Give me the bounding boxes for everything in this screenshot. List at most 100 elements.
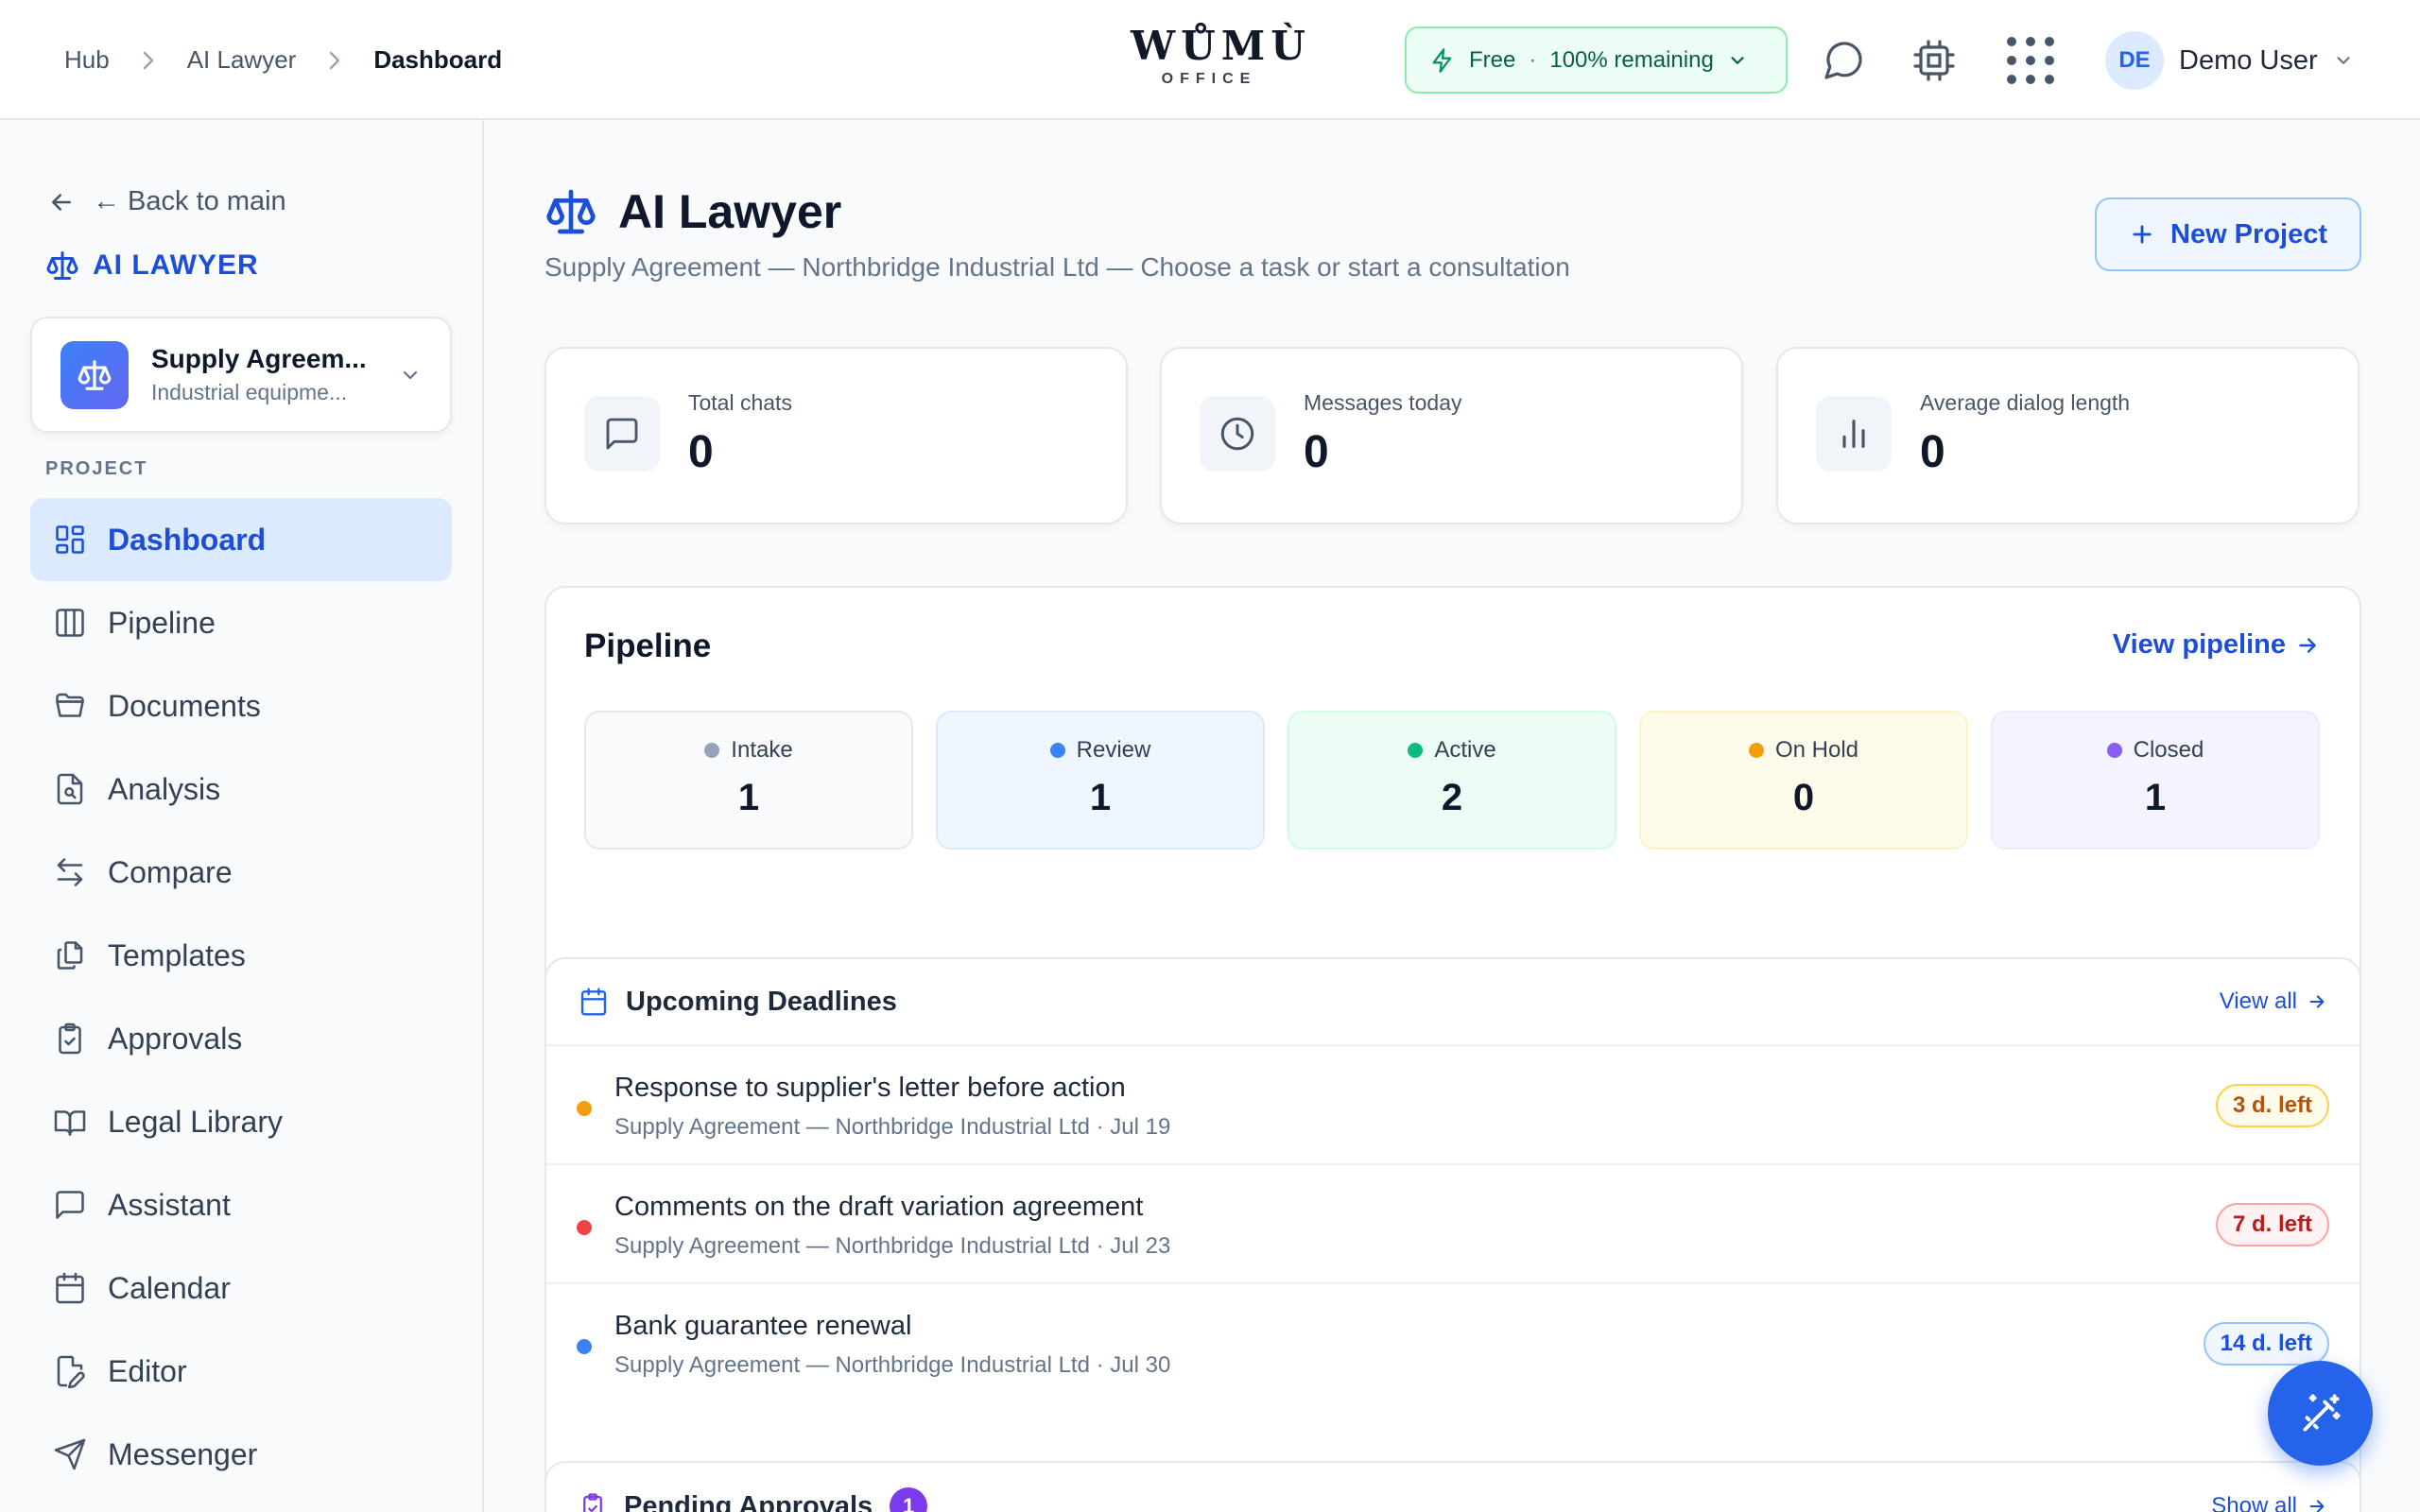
deadline-title: Comments on the draft variation agreemen… (614, 1192, 1144, 1222)
folder-icon (53, 689, 87, 723)
book-icon (53, 1105, 87, 1139)
days-left-badge: 7 d. left (2215, 1203, 2329, 1246)
sidebar-item-approvals[interactable]: Approvals (30, 997, 452, 1080)
sidebar-item-analysis[interactable]: Analysis (30, 747, 452, 831)
scale-icon (60, 340, 129, 409)
user-menu[interactable]: DE Demo User (2105, 28, 2354, 93)
stat-label: Total chats (688, 390, 792, 415)
days-left-badge: 14 d. left (2203, 1322, 2329, 1366)
view-pipeline-link[interactable]: View pipeline (2113, 629, 2320, 661)
arrow-right-icon (2307, 1496, 2327, 1512)
lightning-icon (1429, 47, 1456, 74)
sidebar-item-messenger[interactable]: Messenger (30, 1413, 452, 1496)
stage-header: Closed (1993, 737, 2318, 764)
sidebar-item-documents[interactable]: Documents (30, 664, 452, 747)
plan-usage-button[interactable]: Free · 100% remaining (1405, 26, 1788, 94)
send-icon (53, 1437, 87, 1471)
stat-label: Messages today (1304, 390, 1462, 415)
stage-header: Active (1289, 737, 1615, 764)
messages-icon[interactable] (1821, 38, 1866, 83)
stage-header: On Hold (1641, 737, 1966, 764)
pipeline-card: Pipeline View pipeline Intake 1 Review 1 Act… (544, 586, 2361, 1014)
app-logo[interactable]: WŮMÙ OFFICE (1131, 23, 1305, 88)
calendar-icon (53, 1271, 87, 1305)
pipeline-title: Pipeline (584, 627, 712, 664)
columns-icon (53, 606, 87, 640)
stat-value: 0 (1304, 427, 1329, 477)
stat-value: 0 (1920, 427, 1945, 477)
clipboard-check-icon (579, 1492, 607, 1512)
sidebar-item-label: Assistant (108, 1187, 231, 1222)
project-subtitle: Industrial equipme... (151, 380, 348, 404)
stat-card-total-chats: Total chats 0 (544, 347, 1128, 524)
new-project-button[interactable]: New Project (2095, 198, 2361, 271)
deadline-row[interactable]: Response to supplier's letter before act… (546, 1046, 2360, 1165)
chevron-down-icon (399, 364, 422, 387)
pipeline-stage-review[interactable]: Review 1 (936, 711, 1265, 850)
stage-count: 1 (737, 777, 760, 818)
sidebar-item-assistant[interactable]: Assistant (30, 1163, 452, 1246)
sidebar-item-label: Dashboard (108, 522, 267, 557)
file-search-icon (53, 772, 87, 806)
deadline-meta: Supply Agreement — Northbridge Industria… (614, 1114, 1171, 1140)
stage-header: Intake (586, 737, 911, 764)
sidebar-item-editor[interactable]: Editor (30, 1330, 452, 1413)
arrows-swap-icon (53, 855, 87, 889)
view-all-deadlines-link[interactable]: View all (2220, 988, 2327, 1015)
approvals-title: Pending Approvals (624, 1490, 873, 1512)
sidebar-item-dashboard[interactable]: Dashboard (30, 498, 452, 581)
stage-header: Review (938, 737, 1263, 764)
breadcrumb-ai-lawyer[interactable]: AI Lawyer (187, 45, 297, 75)
stage-label: Active (1434, 737, 1496, 763)
stage-count: 1 (2144, 777, 2167, 818)
magic-wand-fab[interactable] (2268, 1361, 2373, 1466)
deadline-row[interactable]: Comments on the draft variation agreemen… (546, 1165, 2360, 1284)
view-all-label: View all (2219, 988, 2297, 1014)
approvals-count-badge: 1 (890, 1487, 928, 1512)
stage-label: Review (1076, 737, 1151, 763)
main-content: AI Lawyer Supply Agreement — Northbridge… (486, 120, 2420, 1512)
sidebar-item-label: Documents (108, 688, 261, 723)
stage-dot (1748, 743, 1764, 758)
cpu-icon[interactable] (1911, 38, 1957, 83)
sidebar-item-calendar[interactable]: Calendar (30, 1246, 452, 1330)
sidebar-item-templates[interactable]: Templates (30, 914, 452, 997)
deadline-meta: Supply Agreement — Northbridge Industria… (614, 1233, 1171, 1259)
show-all-approvals-link[interactable]: Show all (2211, 1493, 2327, 1512)
pipeline-stage-intake[interactable]: Intake 1 (584, 711, 913, 850)
approvals-header: Pending Approvals 1 Show all (546, 1463, 2360, 1512)
pipeline-stage-closed[interactable]: Closed 1 (1991, 711, 2320, 850)
pipeline-stage-on-hold[interactable]: On Hold 0 (1639, 711, 1968, 850)
page-subtitle: Supply Agreement — Northbridge Industria… (544, 252, 1570, 282)
page-title-text: AI Lawyer (618, 185, 842, 238)
deadlines-header: Upcoming Deadlines View all (546, 959, 2360, 1046)
sidebar-item-compare[interactable]: Compare (30, 831, 452, 914)
sidebar-item-legal-library[interactable]: Legal Library (30, 1080, 452, 1163)
pending-approvals-card: Pending Approvals 1 Show all (544, 1461, 2361, 1512)
stage-label: On Hold (1774, 737, 1859, 763)
magic-wand-icon (2297, 1390, 2344, 1437)
stat-label: Average dialog length (1920, 390, 2131, 415)
sidebar-item-pipeline[interactable]: Pipeline (30, 581, 452, 664)
project-title: Supply Agreem... (151, 344, 367, 373)
chat-icon (53, 1188, 87, 1222)
project-selector[interactable]: Supply Agreem... Industrial equipme... (30, 317, 452, 433)
calendar-icon (579, 987, 609, 1017)
breadcrumb-hub[interactable]: Hub (64, 45, 110, 75)
arrow-right-icon (2295, 633, 2320, 658)
apps-grid-icon[interactable] (2006, 36, 2055, 85)
deadline-meta: Supply Agreement — Northbridge Industria… (614, 1352, 1171, 1378)
pipeline-stage-active[interactable]: Active 2 (1288, 711, 1616, 850)
separator-dot: · (1529, 46, 1537, 73)
back-to-main-link[interactable]: ← Back to main (47, 186, 286, 217)
days-left-badge: 3 d. left (2215, 1084, 2329, 1127)
back-label: ← Back to main (93, 186, 286, 216)
user-name: Demo User (2179, 44, 2318, 76)
chevron-right-icon (142, 50, 155, 71)
copy-icon (53, 938, 87, 972)
dashboard-icon (53, 523, 87, 557)
stat-card-messages-today: Messages today 0 (1160, 347, 1743, 524)
section-brand: AI LAWYER (45, 249, 259, 283)
deadline-row[interactable]: Bank guarantee renewal Supply Agreement … (546, 1284, 2360, 1403)
stage-label: Closed (2133, 737, 2204, 763)
